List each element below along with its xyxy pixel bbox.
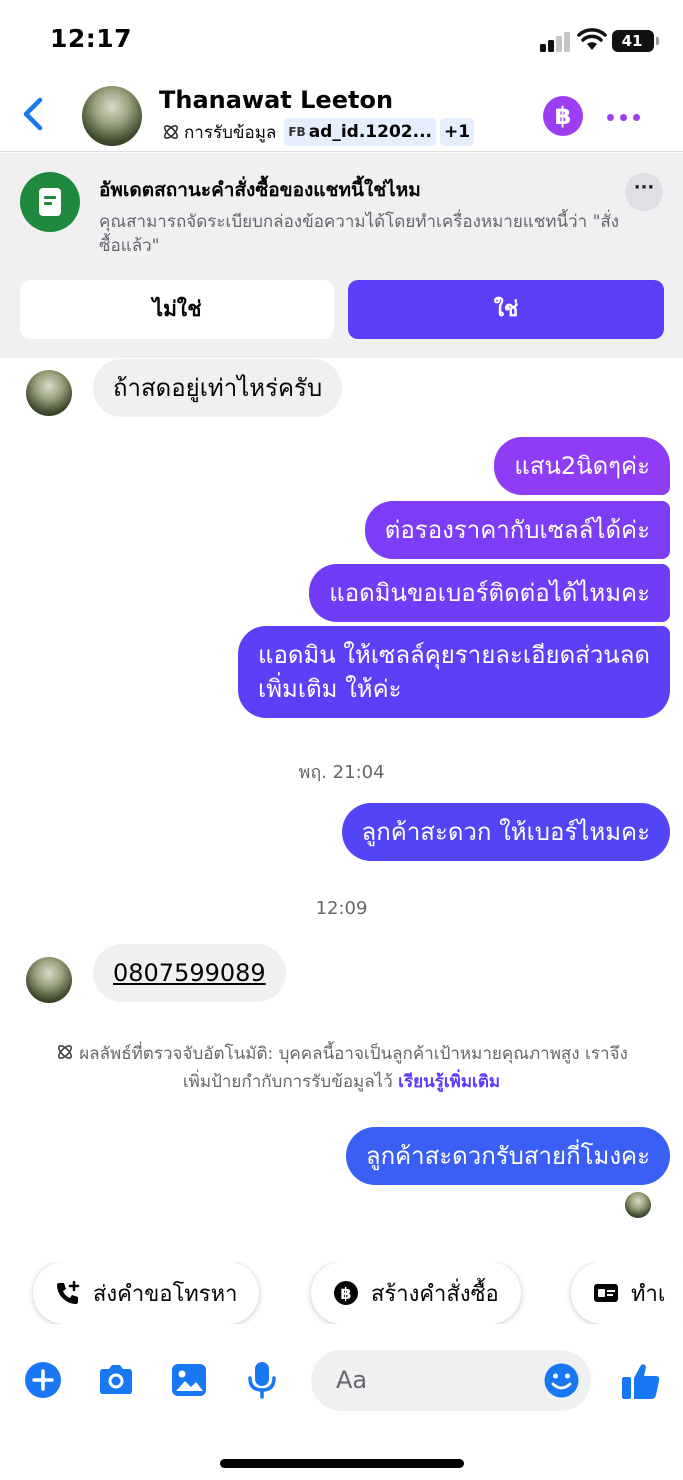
more-quick-action-button[interactable]: ทำเ [571,1262,683,1324]
message-line: แอดมิน ให้เซลล์คุยรายละเอียดส่วนลด [257,641,650,669]
message-timestamp: พฤ. 21:04 [298,762,385,783]
incoming-message[interactable]: ถ้าสดอยู่เท่าไหร่ครับ [93,359,343,417]
ad-tag-label: ad_id.1202... [308,122,432,142]
learn-more-link[interactable]: เรียนรู้เพิ่มเติม [398,1072,500,1092]
incoming-phone-message[interactable]: 0807599089 [93,944,286,1002]
ad-tag[interactable]: FB ad_id.1202... [284,118,436,146]
more-options-icon[interactable] [604,102,644,130]
lead-tag-label: การรับข้อมูล [184,122,277,143]
no-button[interactable]: ไม่ใช่ [20,280,334,339]
prompt-title: อัพเดตสถานะคำสั่งซื้อของแชทนี้ใช่ไหม [99,179,421,201]
card-icon [593,1283,619,1303]
svg-text:฿: ฿ [340,1284,351,1303]
outgoing-message[interactable]: แสน2นิดๆค่ะ [494,437,670,495]
auto-detection-note: ผลลัพธ์ที่ตรวจจับอัตโนมัติ: บุคคลนี้อาจเ… [0,1040,683,1096]
sender-avatar[interactable] [26,957,72,1003]
auto-note-line: ผลลัพธ์ที่ตรวจจับอัตโนมัติ: บุคคลนี้อาจเ… [0,1040,683,1068]
auto-note-text: ผลลัพธ์ที่ตรวจจับอัตโนมัติ: บุคคลนี้อาจเ… [79,1044,628,1064]
quick-action-label: ส่งคำขอโทรหา [93,1281,238,1307]
outgoing-message[interactable]: แอดมิน ให้เซลล์คุยรายละเอียดส่วนลด เพิ่ม… [237,626,670,718]
status-time: 12:17 [50,24,133,53]
auto-note-line: เพิ่มป้ายกำกับการรับข้อมูลไว้ เรียนรู้เพ… [0,1068,683,1096]
sender-avatar[interactable] [26,370,72,416]
create-order-button[interactable]: ฿ สร้างคำสั่งซื้อ [311,1262,521,1324]
atom-icon [164,125,178,139]
thumbs-up-icon[interactable] [620,1360,662,1402]
prompt-more-button[interactable]: ··· [625,173,663,211]
battery-icon: 41 [612,30,659,52]
fb-prefix: FB [288,125,306,139]
outgoing-message[interactable]: แอดมินขอเบอร์ติดต่อได้ไหมคะ [309,564,670,622]
outgoing-message[interactable]: ลูกค้าสะดวกรับสายกี่โมงคะ [345,1127,670,1185]
message-input-placeholder: Aa [336,1366,368,1394]
outgoing-message[interactable]: ต่อรองราคากับเซลล์ได้ค่ะ [364,501,670,559]
back-chevron-icon[interactable] [14,92,54,136]
image-icon[interactable] [169,1360,209,1400]
order-status-prompt: อัพเดตสถานะคำสั่งซื้อของแชทนี้ใช่ไหม คุณ… [0,153,683,358]
yes-button[interactable]: ใช่ [348,280,664,339]
phone-number-link[interactable]: 0807599089 [113,959,266,987]
wifi-icon [577,28,607,50]
message-composer: Aa [0,1340,683,1420]
atom-icon [58,1045,73,1059]
battery-level: 41 [621,32,643,50]
emoji-icon[interactable] [543,1362,580,1399]
camera-icon[interactable] [96,1360,136,1400]
lead-tag[interactable]: การรับข้อมูล [159,118,280,146]
message-line: เพิ่มเติม ให้ค่ะ [257,675,402,703]
home-indicator [220,1459,464,1468]
plus-icon[interactable] [23,1360,63,1400]
auto-note-text: เพิ่มป้ายกำกับการรับข้อมูลไว้ [182,1072,393,1092]
quick-actions-bar: ส่งคำขอโทรหา ฿ สร้างคำสั่งซื้อ ทำเ [0,1262,683,1324]
send-call-request-button[interactable]: ส่งคำขอโทรหา [33,1262,260,1324]
contact-name[interactable]: Thanawat Leeton [159,86,393,114]
contact-avatar[interactable] [82,86,142,146]
microphone-icon[interactable] [242,1360,282,1400]
quick-action-label: สร้างคำสั่งซื้อ [371,1281,499,1307]
message-input[interactable]: Aa [311,1350,591,1411]
contact-tags: การรับข้อมูล FB ad_id.1202... +1 [159,118,478,146]
phone-plus-icon [55,1280,81,1306]
quick-action-label: ทำเ [631,1281,666,1307]
seen-receipt-avatar [625,1192,651,1218]
signal-icon [540,32,572,52]
status-bar: 12:17 41 [0,0,683,80]
order-document-icon [20,172,80,232]
message-timestamp: 12:09 [315,898,368,919]
chat-header: Thanawat Leeton การรับข้อมูล FB ad_id.12… [0,80,683,152]
baht-icon: ฿ [333,1280,359,1306]
outgoing-message[interactable]: ลูกค้าสะดวก ให้เบอร์ไหมคะ [341,803,670,861]
prompt-description: คุณสามารถจัดระเบียบกล่องข้อความได้โดยทำเ… [99,212,620,256]
more-tags-count[interactable]: +1 [440,118,475,146]
baht-order-button[interactable]: ฿ [543,96,583,136]
